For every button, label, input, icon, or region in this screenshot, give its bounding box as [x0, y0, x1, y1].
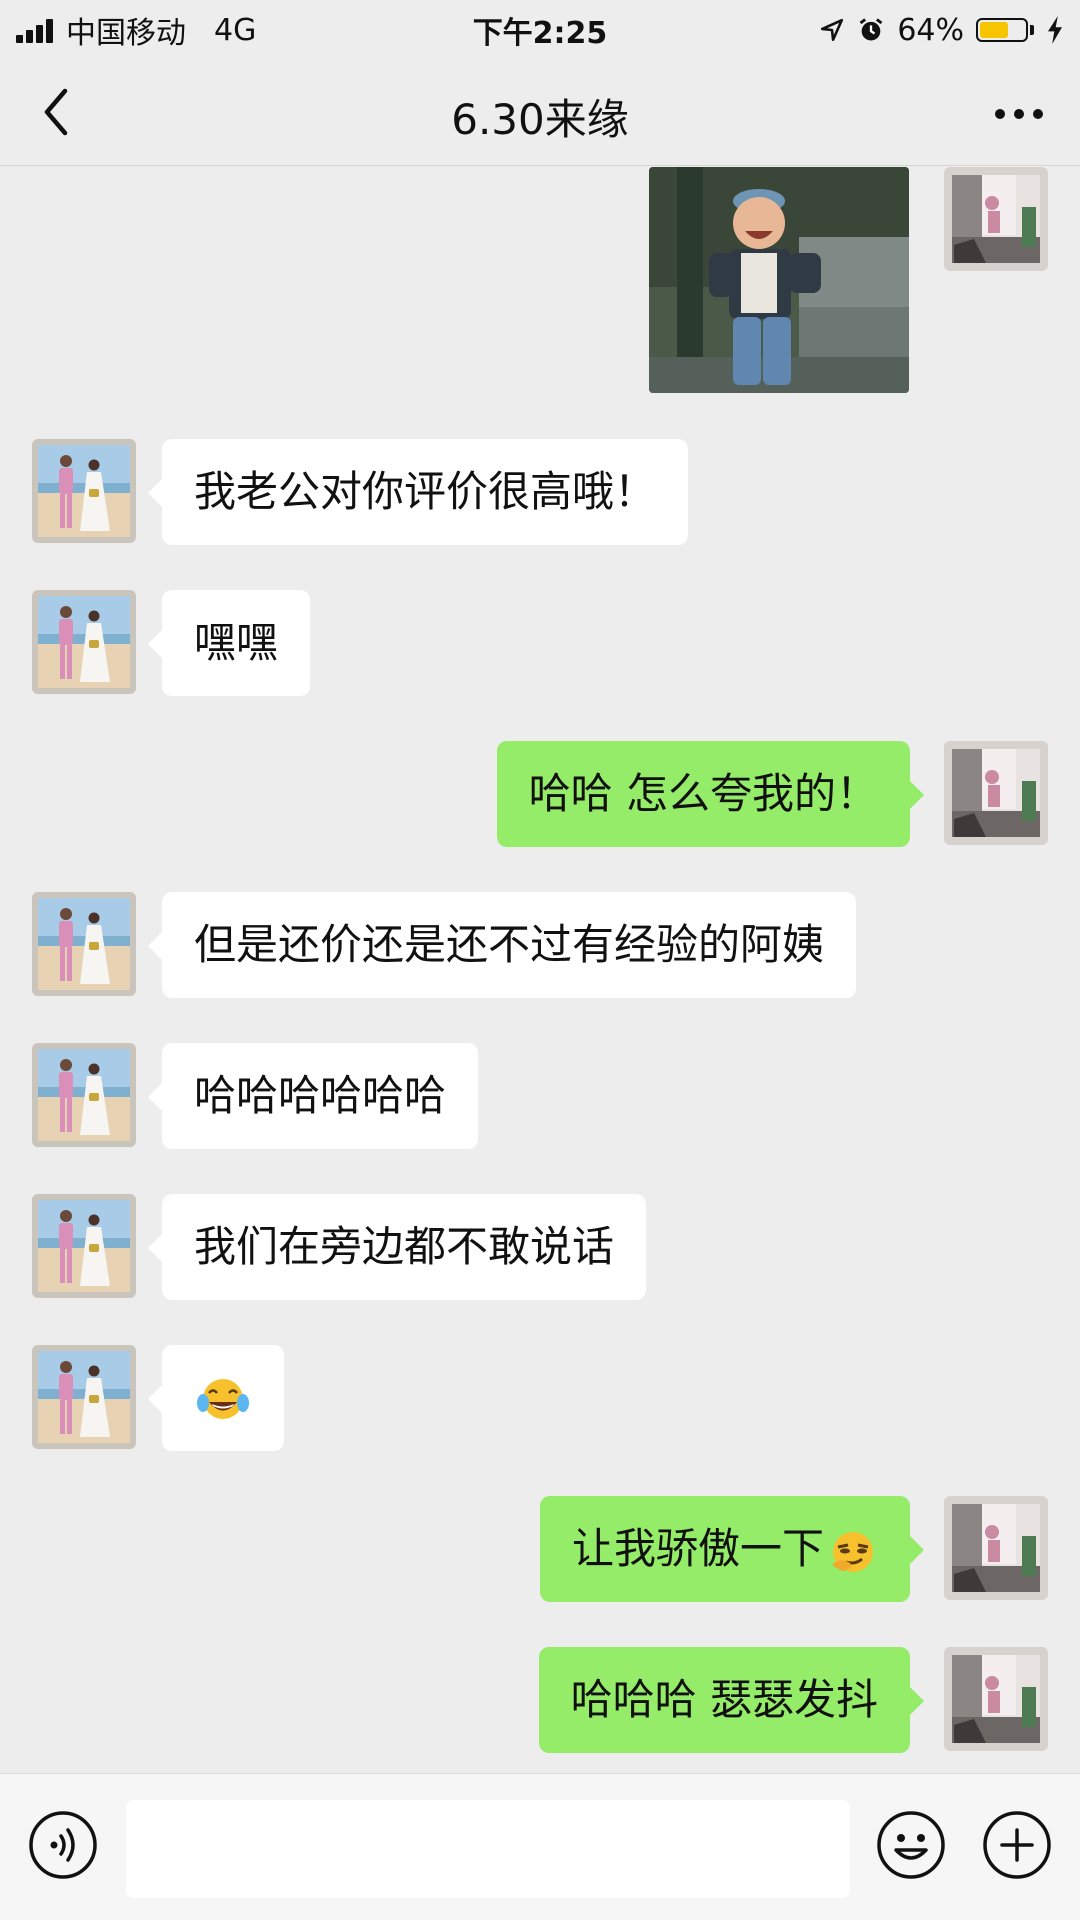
battery-fill [980, 22, 1008, 38]
sent-bubble[interactable]: 让我骄傲一下 [539, 1496, 925, 1602]
my-avatar[interactable] [944, 1496, 1048, 1600]
avatar-image [32, 892, 136, 996]
avatar-image [944, 1496, 1048, 1600]
chat-title: 6.30来缘 [451, 95, 629, 144]
status-bar: 中国移动 4G 下午2:25 64% [0, 0, 1080, 60]
smirk-emoji [832, 1531, 873, 1572]
sent-bubble[interactable]: 哈哈哈 瑟瑟发抖 [538, 1647, 925, 1753]
received-bubble[interactable] [148, 1345, 284, 1451]
received-bubble[interactable]: 但是还价还是还不过有经验的阿姨 [147, 892, 857, 998]
received-bubble[interactable]: 哈哈哈哈哈哈 [147, 1043, 479, 1149]
emoji-button[interactable] [876, 1810, 946, 1880]
tears-of-joy-emoji [197, 1379, 249, 1419]
received-bubble[interactable]: 嘿嘿 [147, 590, 311, 696]
avatar-image [944, 167, 1048, 271]
my-avatar[interactable] [944, 1647, 1048, 1751]
voice-icon [29, 1811, 97, 1879]
received-bubble[interactable]: 我老公对你评价很高哦！ [147, 439, 689, 545]
nav-bar: 6.30来缘 [0, 60, 1080, 166]
contact-avatar[interactable] [32, 590, 136, 694]
avatar-image [944, 741, 1048, 845]
contact-avatar[interactable] [32, 1194, 136, 1298]
alarm-clock-icon [859, 18, 883, 41]
avatar-image [32, 1345, 136, 1449]
avatar-image [32, 1194, 136, 1298]
avatar-image [32, 1043, 136, 1147]
plus-button[interactable] [982, 1810, 1052, 1880]
more-button[interactable] [984, 84, 1054, 144]
avatar-image [944, 1647, 1048, 1751]
message-list[interactable]: 我老公对你评价很高哦！ 嘿嘿 哈哈 怎么夸我的！ 但是还价还是还不过有经验的阿姨 [0, 167, 1080, 1773]
sent-bubble[interactable]: 哈哈 怎么夸我的！ [496, 741, 925, 847]
avatar-image [32, 590, 136, 694]
contact-avatar[interactable] [32, 1043, 136, 1147]
contact-avatar[interactable] [32, 439, 136, 543]
location-arrow-icon [821, 18, 844, 42]
my-avatar[interactable] [944, 741, 1048, 845]
contact-avatar[interactable] [32, 1345, 136, 1449]
charging-bolt-icon [1048, 16, 1062, 44]
battery-cap [1030, 25, 1034, 35]
emoji-icon [877, 1811, 945, 1879]
message-text: 让我骄傲一下 [571, 1524, 824, 1573]
my-avatar[interactable] [944, 167, 1048, 271]
message-input[interactable] [126, 1800, 850, 1898]
battery-icon [976, 18, 1028, 42]
child-photo [649, 167, 909, 393]
chat-screen: 中国移动 4G 下午2:25 64% 6.30来缘 我老公对你评价很高哦！ 嘿嘿… [0, 0, 1080, 1920]
battery-percent: 64% [897, 12, 964, 48]
contact-avatar[interactable] [32, 892, 136, 996]
received-bubble[interactable]: 我们在旁边都不敢说话 [147, 1194, 647, 1300]
more-dots-icon [995, 109, 1043, 119]
voice-button[interactable] [28, 1810, 98, 1880]
input-bar [0, 1773, 1080, 1920]
avatar-image [32, 439, 136, 543]
plus-icon [983, 1811, 1051, 1879]
message-photo[interactable] [649, 167, 909, 393]
